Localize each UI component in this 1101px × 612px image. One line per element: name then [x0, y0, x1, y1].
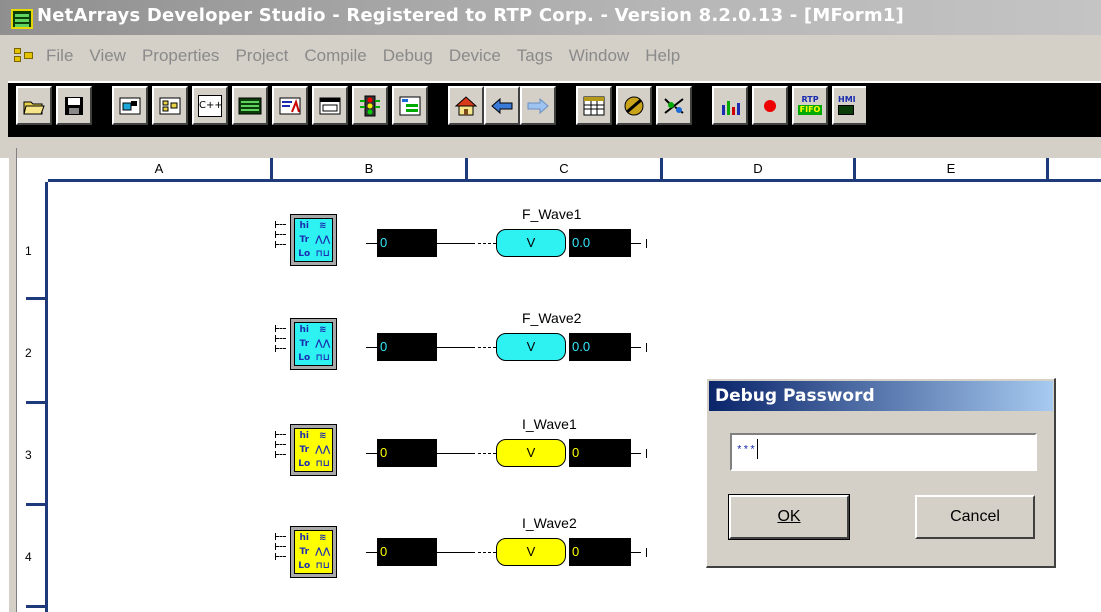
column-headers: A B C D E: [48, 158, 1101, 182]
wave-generator-block[interactable]: hi ≋ Tr ⋀⋀ Lo ⊓⊔: [275, 424, 366, 484]
tag-value: 0: [569, 538, 631, 566]
column-header-e[interactable]: E: [856, 158, 1046, 182]
document-system-menu-icon[interactable]: [14, 48, 34, 64]
app-chip-icon[interactable]: [11, 9, 33, 29]
menu-bar: File View Properties Project Compile Deb…: [0, 35, 1101, 75]
table-button[interactable]: [576, 86, 612, 125]
forward-button[interactable]: [520, 86, 556, 125]
row-header-3[interactable]: 3: [25, 448, 45, 462]
left-splitter[interactable]: [9, 148, 17, 612]
cancel-button[interactable]: Cancel: [915, 495, 1035, 539]
save-button[interactable]: [56, 86, 92, 125]
tag-type-pill[interactable]: V: [496, 538, 566, 566]
tag-value: 0: [569, 439, 631, 467]
io-map-icon: [664, 97, 684, 114]
tag-name: F_Wave2: [522, 310, 582, 326]
bar-chart-icon: [722, 100, 740, 115]
column-header-c[interactable]: C: [468, 158, 660, 182]
window-title: NetArrays Developer Studio - Registered …: [37, 5, 904, 26]
form-window-icon: [319, 97, 341, 114]
no-entry-button[interactable]: [616, 86, 652, 125]
home-icon: [454, 95, 478, 115]
menu-debug[interactable]: Debug: [375, 46, 441, 66]
tag-value: 0.0: [569, 229, 631, 257]
network-block-icon: [159, 97, 181, 114]
function-block-button[interactable]: [112, 86, 148, 125]
text-edit-button[interactable]: [272, 86, 308, 125]
hmi-button[interactable]: HMI: [832, 86, 866, 125]
column-header-b[interactable]: B: [273, 158, 465, 182]
arrow-left-icon: [491, 97, 513, 114]
ladder-list-button[interactable]: [392, 86, 428, 125]
cpp-block-button[interactable]: C++: [192, 86, 228, 125]
menu-project[interactable]: Project: [227, 46, 296, 66]
wave-generator-icon: hi ≋ Tr ⋀⋀ Lo ⊓⊔: [290, 214, 337, 266]
traffic-light-icon: [360, 95, 380, 116]
generator-output-value: 0: [377, 439, 437, 467]
toolbar: C++ RTP FIFO HMI: [0, 75, 1101, 148]
menu-device[interactable]: Device: [441, 46, 509, 66]
menu-file[interactable]: File: [38, 46, 81, 66]
tag-name: I_Wave1: [522, 416, 577, 432]
arrow-right-icon: [527, 97, 549, 114]
wave-generator-block[interactable]: hi ≋ Tr ⋀⋀ Lo ⊓⊔: [275, 318, 366, 378]
ok-button[interactable]: OK: [728, 494, 850, 540]
cpp-block-icon: C++: [198, 94, 223, 117]
save-disk-icon: [65, 96, 83, 115]
red-dot-icon: [764, 99, 776, 112]
table-icon: [583, 96, 605, 115]
row-header-4[interactable]: 4: [25, 550, 45, 564]
back-button[interactable]: [484, 86, 520, 125]
wave-generator-block[interactable]: hi ≋ Tr ⋀⋀ Lo ⊓⊔: [275, 214, 366, 274]
password-masked-value: ***: [736, 445, 756, 457]
generator-output-value: 0: [377, 333, 437, 361]
menu-compile[interactable]: Compile: [296, 46, 374, 66]
network-block-button[interactable]: [152, 86, 188, 125]
bar-chart-button[interactable]: [712, 86, 748, 125]
rtp-fifo-button[interactable]: RTP FIFO: [792, 86, 828, 125]
home-button[interactable]: [448, 86, 484, 125]
tag-type-pill[interactable]: V: [496, 333, 566, 361]
form-window-button[interactable]: [312, 86, 348, 125]
menu-view[interactable]: View: [81, 46, 134, 66]
tag-name: F_Wave1: [522, 206, 582, 222]
dialog-title: Debug Password: [709, 381, 1053, 411]
record-button[interactable]: [752, 86, 788, 125]
wave-generator-icon: hi ≋ Tr ⋀⋀ Lo ⊓⊔: [290, 318, 337, 370]
wave-generator-icon: hi ≋ Tr ⋀⋀ Lo ⊓⊔: [290, 424, 337, 476]
generator-output-value: 0: [377, 229, 437, 257]
text-edit-icon: [279, 97, 301, 114]
generator-output-value: 0: [377, 538, 437, 566]
tag-value: 0.0: [569, 333, 631, 361]
tag-name: I_Wave2: [522, 515, 577, 531]
rtp-fifo-icon: RTP FIFO: [798, 94, 822, 115]
open-folder-icon: [23, 101, 45, 114]
tag-type-pill[interactable]: V: [496, 439, 566, 467]
menu-properties[interactable]: Properties: [134, 46, 227, 66]
menu-window[interactable]: Window: [561, 46, 637, 66]
traffic-light-button[interactable]: [352, 86, 388, 125]
debug-password-dialog: Debug Password *** OK Cancel: [706, 378, 1056, 568]
row-header-1[interactable]: 1: [25, 244, 45, 258]
open-button[interactable]: [16, 86, 52, 125]
text-caret: [756, 439, 758, 459]
password-input[interactable]: ***: [730, 433, 1037, 471]
ladder-list-icon: [399, 96, 421, 115]
column-header-a[interactable]: A: [48, 158, 270, 182]
hmi-icon: HMI: [838, 95, 862, 117]
menu-tags[interactable]: Tags: [509, 46, 561, 66]
memory-chip-icon: [238, 97, 262, 114]
function-block-icon: [119, 97, 141, 114]
no-entry-icon: [624, 96, 644, 115]
title-bar: NetArrays Developer Studio - Registered …: [0, 0, 1101, 35]
row-header-2[interactable]: 2: [25, 346, 45, 360]
tag-type-pill[interactable]: V: [496, 229, 566, 257]
io-map-button[interactable]: [656, 86, 692, 125]
wave-generator-block[interactable]: hi ≋ Tr ⋀⋀ Lo ⊓⊔: [275, 526, 366, 586]
memory-chip-button[interactable]: [232, 86, 268, 125]
column-header-d[interactable]: D: [663, 158, 853, 182]
menu-help[interactable]: Help: [637, 46, 688, 66]
wave-generator-icon: hi ≋ Tr ⋀⋀ Lo ⊓⊔: [290, 526, 337, 578]
